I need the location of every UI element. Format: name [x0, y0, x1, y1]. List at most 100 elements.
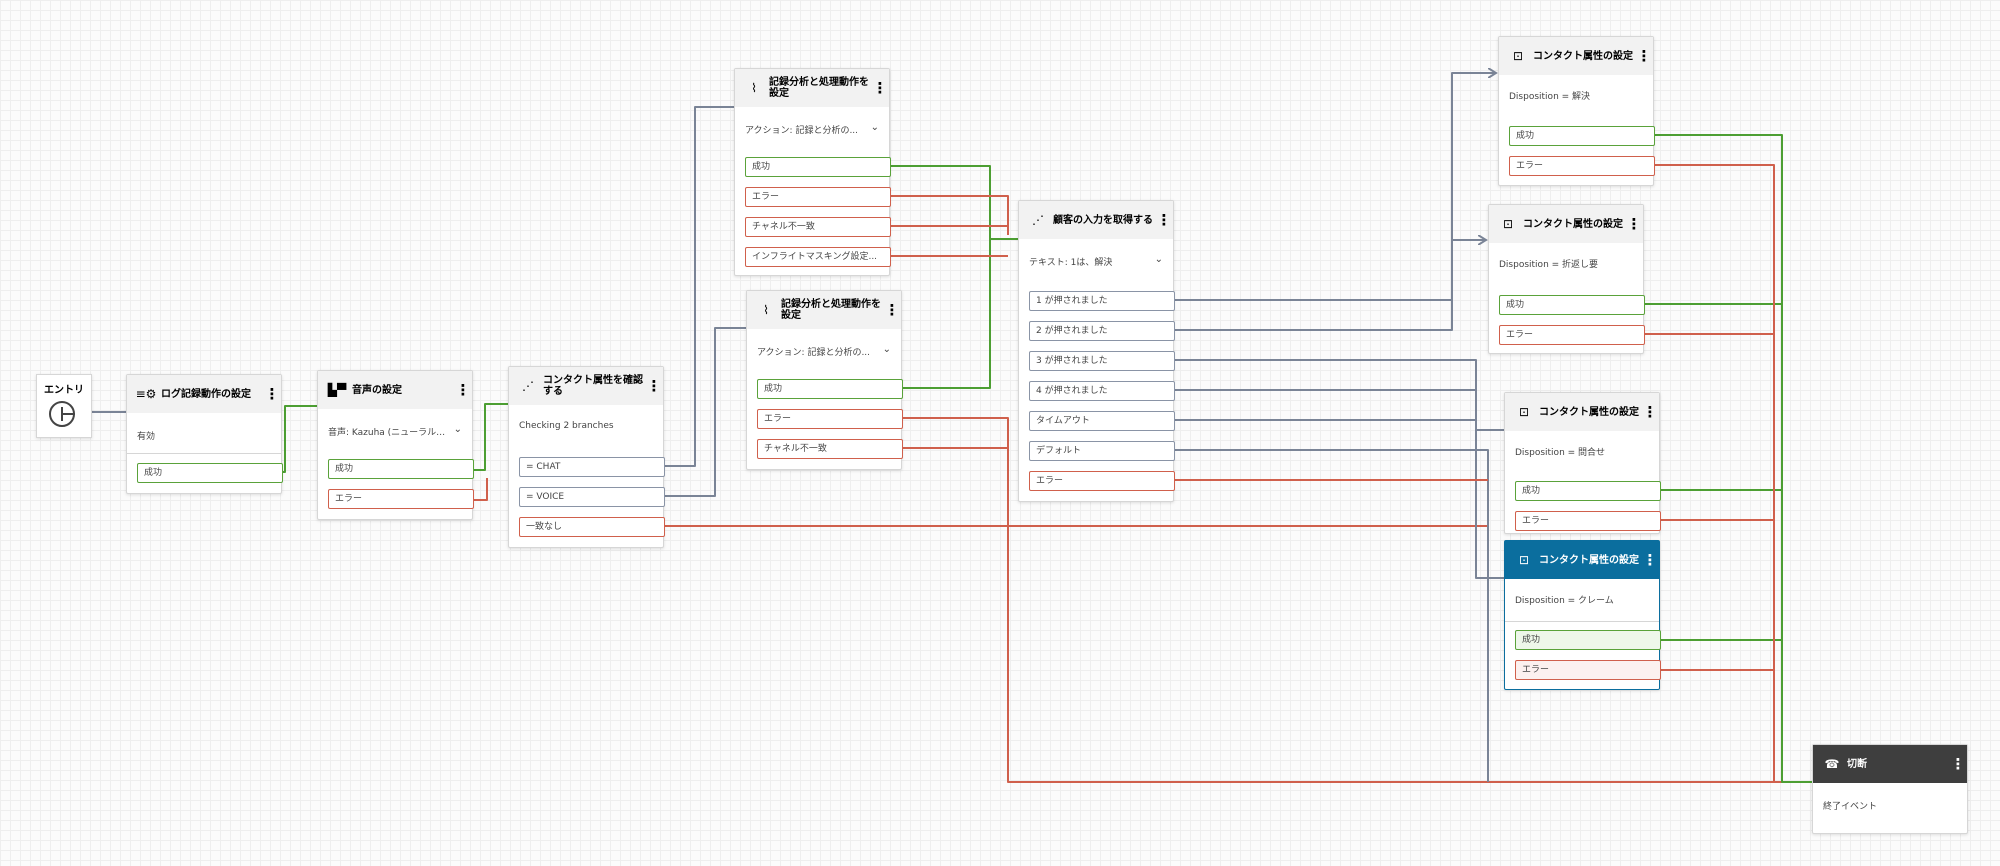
action-dropdown[interactable]: アクション: 記録と分析の... ⌄	[745, 122, 879, 136]
entry-label: エントリ	[44, 385, 84, 396]
branch-timeout[interactable]: タイムアウト	[1029, 411, 1175, 431]
block-header: ⋰ 顧客の入力を取得する ⋮	[1019, 201, 1173, 239]
block-voice-settings[interactable]: ▙▀ 音声の設定 ⋮ 音声: Kazuha (ニューラル)... ⌄ 成功 エラー	[317, 370, 474, 520]
divider	[1505, 621, 1659, 622]
block-get-customer-input[interactable]: ⋰ 顧客の入力を取得する ⋮ テキスト: 1は、解決 ⌄ 1 が押されました 2 …	[1018, 200, 1175, 502]
disconnect-icon: ☎	[1824, 757, 1840, 771]
log-settings-icon: ≡⚙	[135, 387, 157, 401]
more-menu-icon[interactable]: ⋮	[1625, 216, 1643, 232]
block-header: ≡⚙ ログ記録動作の設定 ⋮	[127, 375, 281, 413]
block-set-attribute-inquiry[interactable]: ⊡ コンタクト属性の設定 ⋮ Disposition = 問合せ 成功 エラー	[1504, 392, 1661, 534]
block-set-attribute-complaint[interactable]: ⊡ コンタクト属性の設定 ⋮ Disposition = クレーム 成功 エラー	[1504, 540, 1661, 690]
more-menu-icon[interactable]: ⋮	[645, 378, 663, 394]
branch-error[interactable]: エラー	[1515, 660, 1661, 680]
connector-chat-rec1	[662, 107, 742, 467]
more-menu-icon[interactable]: ⋮	[1949, 756, 1967, 772]
branch-error[interactable]: エラー	[1509, 156, 1655, 176]
chevron-down-icon: ⌄	[882, 344, 891, 355]
chevron-down-icon: ⌄	[870, 122, 879, 133]
set-attribute-icon: ⊡	[1512, 49, 1524, 63]
block-disconnect[interactable]: ☎ 切断 ⋮ 終了イベント	[1812, 744, 1968, 834]
branch-success[interactable]: 成功	[328, 459, 474, 479]
branch-error[interactable]: エラー	[1515, 511, 1661, 531]
block-parameter: Disposition = クレーム	[1515, 596, 1614, 606]
branch-press-2[interactable]: 2 が押されました	[1029, 321, 1175, 341]
branch-press-4[interactable]: 4 が押されました	[1029, 381, 1175, 401]
block-header: ⌇ 記録分析と処理動作を設定 ⋮	[747, 291, 901, 329]
more-menu-icon[interactable]: ⋮	[883, 302, 901, 318]
block-recording-analytics-1[interactable]: ⌇ 記録分析と処理動作を設定 ⋮ アクション: 記録と分析の... ⌄ 成功 エラ…	[734, 68, 891, 276]
entry-block[interactable]: エントリ	[36, 374, 92, 438]
block-title: 記録分析と処理動作を設定	[769, 77, 869, 99]
block-log-settings[interactable]: ≡⚙ ログ記録動作の設定 ⋮ 有効 成功	[126, 374, 283, 494]
block-set-attribute-callback[interactable]: ⊡ コンタクト属性の設定 ⋮ Disposition = 折返し要 成功 エラー	[1488, 204, 1645, 354]
connector-default	[1172, 449, 1489, 782]
more-menu-icon[interactable]: ⋮	[1155, 212, 1173, 228]
connector-press1-set1	[1172, 73, 1496, 301]
connector-rec2-input	[900, 239, 991, 389]
block-title: 顧客の入力を取得する	[1053, 214, 1153, 226]
connector-set1-err	[1652, 164, 1775, 782]
more-menu-icon[interactable]: ⋮	[263, 386, 281, 402]
more-menu-icon[interactable]: ⋮	[454, 382, 472, 398]
chevron-down-icon: ⌄	[1154, 254, 1163, 265]
branch-success[interactable]: 成功	[1515, 481, 1661, 501]
branch-error[interactable]: エラー	[1029, 471, 1175, 491]
branch-success[interactable]: 成功	[1499, 295, 1645, 315]
recording-icon: ⌇	[751, 81, 757, 95]
branch-error[interactable]: エラー	[1499, 325, 1645, 345]
voice-icon: ▙▀	[327, 383, 347, 397]
block-header: ⋰ コンタクト属性を確認する ⋮	[509, 367, 663, 405]
branch-press-3[interactable]: 3 が押されました	[1029, 351, 1175, 371]
branch-success[interactable]: 成功	[1509, 126, 1655, 146]
block-parameter: 終了イベント	[1823, 802, 1878, 812]
set-attribute-icon: ⊡	[1518, 405, 1530, 419]
connector-press3-set3	[1172, 359, 1512, 430]
set-attribute-icon: ⊡	[1502, 217, 1514, 231]
more-menu-icon[interactable]: ⋮	[1641, 552, 1659, 568]
block-header: ⌇ 記録分析と処理動作を設定 ⋮	[735, 69, 889, 107]
branch-channel-mismatch[interactable]: チャネル不一致	[757, 439, 903, 459]
block-header: ⊡ コンタクト属性の設定 ⋮	[1505, 393, 1659, 431]
block-recording-analytics-2[interactable]: ⌇ 記録分析と処理動作を設定 ⋮ アクション: 記録と分析の... ⌄ 成功 エラ…	[746, 290, 903, 470]
branch-inflight-masking[interactable]: インフライトマスキング設定...	[745, 247, 891, 267]
branch-success[interactable]: 成功	[1515, 630, 1661, 650]
more-menu-icon[interactable]: ⋮	[871, 80, 889, 96]
action-dropdown[interactable]: アクション: 記録と分析の... ⌄	[757, 344, 891, 358]
more-menu-icon[interactable]: ⋮	[1641, 404, 1659, 420]
chevron-down-icon: ⌄	[453, 424, 462, 435]
block-title: コンタクト属性を確認する	[543, 375, 643, 397]
block-parameter: Disposition = 折返し要	[1499, 260, 1599, 270]
branch-error[interactable]: エラー	[328, 489, 474, 509]
block-header: ☎ 切断 ⋮	[1813, 745, 1967, 783]
block-header: ⊡ コンタクト属性の設定 ⋮	[1505, 541, 1659, 579]
block-set-attribute-resolved[interactable]: ⊡ コンタクト属性の設定 ⋮ Disposition = 解決 成功 エラー	[1498, 36, 1655, 186]
branch-default[interactable]: デフォルト	[1029, 441, 1175, 461]
flow-connectors	[64, 0, 2000, 866]
block-check-attribute[interactable]: ⋰ コンタクト属性を確認する ⋮ Checking 2 branches = C…	[508, 366, 665, 548]
branch-success[interactable]: 成功	[137, 463, 283, 483]
branch-channel-mismatch[interactable]: チャネル不一致	[745, 217, 891, 237]
block-header: ⊡ コンタクト属性の設定 ⋮	[1499, 37, 1653, 75]
branch-error[interactable]: エラー	[745, 187, 891, 207]
branch-no-match[interactable]: 一致なし	[519, 517, 665, 537]
block-title: 音声の設定	[352, 384, 402, 396]
more-menu-icon[interactable]: ⋮	[1635, 48, 1653, 64]
customer-input-icon: ⋰	[1032, 213, 1044, 227]
voice-dropdown[interactable]: 音声: Kazuha (ニューラル)... ⌄	[328, 424, 462, 438]
branch-success[interactable]: 成功	[745, 157, 891, 177]
prompt-dropdown[interactable]: テキスト: 1は、解決 ⌄	[1029, 254, 1163, 268]
block-title: コンタクト属性の設定	[1539, 406, 1639, 418]
connector-voice-error	[472, 478, 488, 501]
branch-press-1[interactable]: 1 が押されました	[1029, 291, 1175, 311]
block-header: ⊡ コンタクト属性の設定 ⋮	[1489, 205, 1643, 243]
divider	[127, 453, 281, 454]
block-title: 切断	[1847, 758, 1867, 770]
connector-set1-ok	[1652, 134, 1822, 782]
branch-success[interactable]: 成功	[757, 379, 903, 399]
branch-voice[interactable]: = VOICE	[519, 487, 665, 507]
block-title: ログ記録動作の設定	[161, 388, 251, 400]
branch-chat[interactable]: = CHAT	[519, 457, 665, 477]
check-attribute-icon: ⋰	[522, 379, 534, 393]
branch-error[interactable]: エラー	[757, 409, 903, 429]
